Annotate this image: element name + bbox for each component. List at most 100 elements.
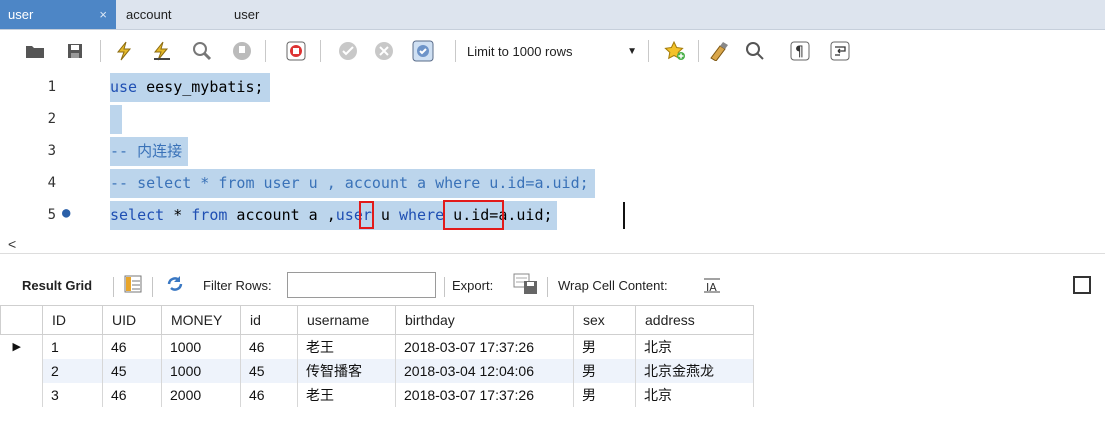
beautify-icon[interactable]: [707, 39, 731, 63]
toolbar-separator: [100, 40, 101, 62]
column-header[interactable]: UID: [102, 305, 162, 335]
commit-icon[interactable]: [336, 39, 360, 63]
chevron-down-icon: ▼: [627, 46, 637, 57]
filter-rows-input[interactable]: [287, 272, 436, 298]
table-cell[interactable]: 传智播客: [297, 358, 396, 383]
table-cell[interactable]: 46: [240, 382, 298, 407]
line-number: 3: [47, 143, 56, 159]
column-header[interactable]: username: [297, 305, 396, 335]
table-header-row: ID UID MONEY id username birthday sex ad…: [0, 305, 754, 335]
row-indicator: [0, 358, 43, 383]
result-grid-label[interactable]: Result Grid: [22, 278, 92, 293]
table-cell[interactable]: 老王: [297, 334, 396, 359]
toggle-side-panel-icon[interactable]: [1073, 276, 1091, 294]
row-indicator-header: [0, 305, 43, 335]
close-icon[interactable]: ×: [99, 0, 107, 29]
line-number: 1: [47, 79, 56, 95]
sql-editor[interactable]: 1 use eesy_mybatis; 2 3 -- 内连接 4 -- sele…: [0, 72, 1105, 234]
autocommit-icon[interactable]: [411, 39, 435, 63]
column-header[interactable]: MONEY: [161, 305, 241, 335]
highlight-where-box: [443, 200, 504, 230]
code-line-1: use eesy_mybatis;: [110, 73, 270, 102]
save-icon[interactable]: [63, 39, 87, 63]
invisible-chars-icon[interactable]: ¶: [788, 39, 812, 63]
table-cell[interactable]: 45: [102, 358, 162, 383]
line-number: 4: [47, 175, 56, 191]
execute-icon[interactable]: [112, 39, 136, 63]
toolbar-separator: [547, 277, 548, 297]
explain-icon[interactable]: [190, 39, 214, 63]
table-cell[interactable]: 3: [42, 382, 103, 407]
table-cell[interactable]: 46: [240, 334, 298, 359]
export-icon[interactable]: [513, 273, 539, 298]
table-cell[interactable]: 1000: [161, 334, 241, 359]
editor-line: 5 ● select * from account a ,user u wher…: [0, 200, 1105, 232]
find-icon[interactable]: [743, 39, 767, 63]
table-cell[interactable]: 北京: [635, 382, 754, 407]
grid-layout-icon[interactable]: [124, 275, 142, 296]
row-indicator: ▶: [0, 334, 43, 359]
toolbar-separator: [113, 277, 114, 297]
table-cell[interactable]: 1: [42, 334, 103, 359]
result-toolbar: Result Grid Filter Rows: Export: Wrap Ce…: [0, 268, 1105, 304]
bookmark-icon[interactable]: [663, 39, 687, 63]
table-cell[interactable]: 男: [573, 358, 636, 383]
table-cell[interactable]: 46: [102, 382, 162, 407]
column-header[interactable]: birthday: [395, 305, 574, 335]
rollback-icon[interactable]: [372, 39, 396, 63]
table-cell[interactable]: 2000: [161, 382, 241, 407]
tab-label: user: [8, 7, 34, 22]
svg-text:¶: ¶: [795, 44, 804, 60]
code-line-2: [110, 105, 122, 134]
table-row[interactable]: 3 46 2000 46 老王 2018-03-07 17:37:26 男 北京: [0, 382, 754, 407]
wrap-cell-content-label: Wrap Cell Content:: [558, 278, 668, 293]
table-cell[interactable]: 老王: [297, 382, 396, 407]
wrap-cell-content-icon[interactable]: IA: [703, 277, 723, 296]
tab-user-active[interactable]: user ×: [0, 0, 116, 29]
tab-account[interactable]: account: [118, 0, 224, 29]
table-row[interactable]: 2 45 1000 45 传智播客 2018-03-04 12:04:06 男 …: [0, 358, 754, 383]
table-cell[interactable]: 北京金燕龙: [635, 358, 754, 383]
limit-rows-select[interactable]: Limit to 1000 rows ▼: [467, 42, 637, 62]
execute-current-icon[interactable]: [150, 39, 174, 63]
refresh-icon[interactable]: [165, 275, 185, 296]
table-row[interactable]: ▶ 1 46 1000 46 老王 2018-03-07 17:37:26 男 …: [0, 334, 754, 359]
svg-text:IA: IA: [706, 281, 717, 293]
tab-user[interactable]: user: [226, 0, 306, 29]
table-cell[interactable]: 1000: [161, 358, 241, 383]
stop-icon[interactable]: [230, 39, 254, 63]
editor-line: 4 -- select * from user u , account a wh…: [0, 168, 1105, 200]
filter-rows-label: Filter Rows:: [203, 278, 272, 293]
result-grid: ID UID MONEY id username birthday sex ad…: [0, 305, 754, 407]
toolbar-separator: [444, 277, 445, 297]
row-indicator: [0, 382, 43, 407]
open-folder-icon[interactable]: [23, 39, 47, 63]
table-cell[interactable]: 2: [42, 358, 103, 383]
table-cell[interactable]: 45: [240, 358, 298, 383]
comment-text: -- select * from user u , account a wher…: [110, 174, 589, 192]
toolbar-separator: [455, 40, 456, 62]
table-cell[interactable]: 男: [573, 334, 636, 359]
table-cell[interactable]: 2018-03-07 17:37:26: [395, 334, 574, 359]
result-table: ID UID MONEY id username birthday sex ad…: [0, 305, 754, 407]
editor-line: 2: [0, 104, 1105, 136]
column-header[interactable]: ID: [42, 305, 103, 335]
chevron-left-icon[interactable]: <: [8, 236, 16, 252]
editor-line: 3 -- 内连接: [0, 136, 1105, 168]
toolbar-separator: [320, 40, 321, 62]
table-cell[interactable]: 2018-03-07 17:37:26: [395, 382, 574, 407]
table-cell[interactable]: 2018-03-04 12:04:06: [395, 358, 574, 383]
table-cell[interactable]: 北京: [635, 334, 754, 359]
toolbar-separator: [698, 40, 699, 62]
toggle-stop-on-error-icon[interactable]: [284, 39, 308, 63]
tab-label: account: [126, 7, 172, 22]
column-header[interactable]: address: [635, 305, 754, 335]
editor-horizontal-scrollbar[interactable]: <: [0, 236, 1105, 254]
column-header[interactable]: sex: [573, 305, 636, 335]
word-wrap-icon[interactable]: [828, 39, 852, 63]
toolbar-separator: [152, 277, 153, 297]
table-cell[interactable]: 男: [573, 382, 636, 407]
export-label: Export:: [452, 278, 494, 293]
column-header[interactable]: id: [240, 305, 298, 335]
table-cell[interactable]: 46: [102, 334, 162, 359]
